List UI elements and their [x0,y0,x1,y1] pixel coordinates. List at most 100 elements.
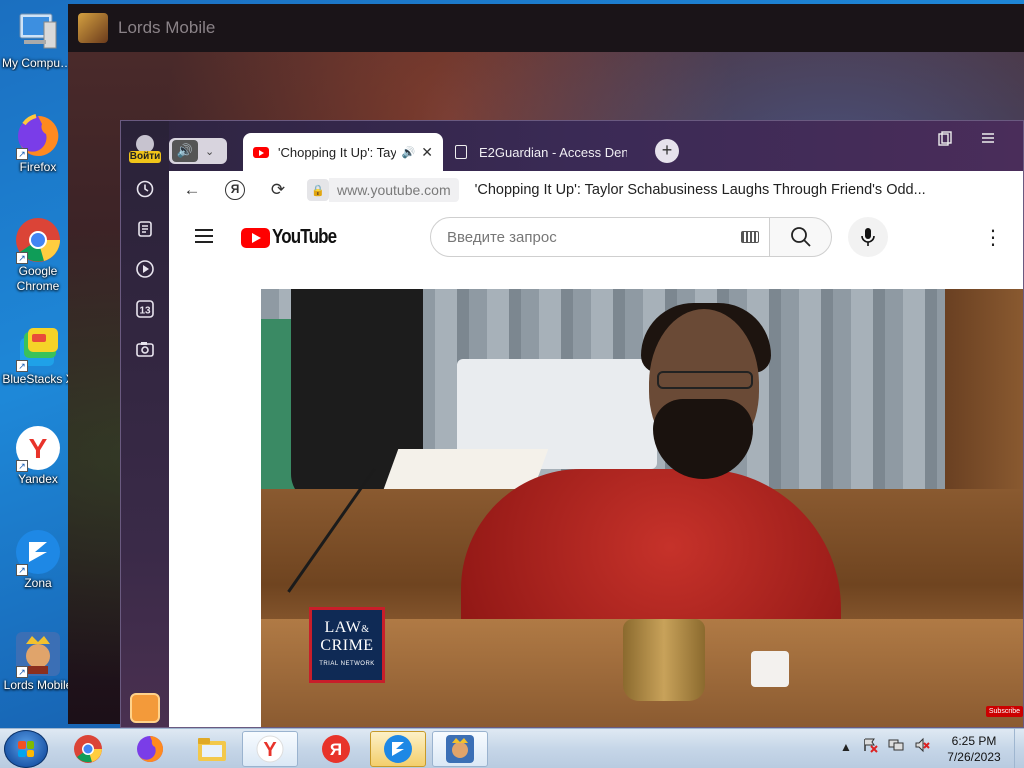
youtube-page: YouTube Введите запрос ⋮ LAW& CRIME TRIA… [169,209,1023,727]
yandex-home-button[interactable]: Я [225,180,245,200]
microphone-icon [861,228,875,246]
hamburger-menu-icon[interactable] [195,229,213,247]
lords-mobile-icon [78,13,108,43]
shortcut-arrow-icon: ↗ [16,252,28,264]
desktop-icon-my-computer[interactable]: My Computer [0,8,76,71]
show-hidden-icons-icon[interactable]: ▲ [840,740,852,754]
desktop-icon-bluestacks[interactable]: ↗ BlueStacks X [0,324,76,387]
yandex-icon: Y ↗ [14,424,62,472]
youtube-play-logo-icon [241,227,270,248]
clock-time: 6:25 PM [951,734,997,748]
zona-icon: ↗ [14,528,62,576]
back-button[interactable]: ← [181,180,203,200]
taskbar-yandex[interactable]: Я [308,731,364,767]
video-player-icon[interactable] [133,257,157,281]
video-player[interactable]: LAW& CRIME TRIAL NETWORK Subscribe [261,289,1023,727]
taskbar-chrome[interactable] [60,731,116,767]
youtube-logo[interactable]: YouTube [241,226,348,249]
tab-title: E2Guardian - Access Denied [479,144,627,160]
yandex-browser-window[interactable]: Войти 13 🔊 ⌄ 'Chopping It Up': Taylor Sc… [120,120,1024,728]
desktop-icon-label: Firefox [19,160,57,174]
video-scene-pitcher [623,619,705,701]
history-icon[interactable] [133,177,157,201]
system-tray: ▲ [840,737,930,756]
system-clock[interactable]: 6:25 PM 7/26/2023 [936,733,1012,765]
desktop-icon-zona[interactable]: ↗ Zona [0,528,76,591]
reload-button[interactable]: ⟳ [267,180,289,200]
document-icon [455,145,467,159]
calendar-day: 13 [139,306,151,317]
tab-audio-icon[interactable]: 🔊 [402,146,416,159]
lock-icon[interactable]: 🔒 [307,179,329,201]
tab-title: 'Chopping It Up': Taylor Schabusiness La… [278,144,396,160]
shortcut-arrow-icon: ↗ [16,148,28,160]
address-bar-domain[interactable]: www.youtube.com [329,178,459,202]
zona-icon [384,735,412,763]
chrome-icon [74,735,102,763]
profile-avatar[interactable]: Войти [129,135,161,163]
yandex-icon: Я [322,735,350,763]
speaker-icon: 🔊 [172,140,198,162]
yandex-browser-icon: Y [256,735,284,763]
shortcut-arrow-icon: ↗ [16,360,28,372]
youtube-header: YouTube Введите запрос ⋮ [169,209,1023,265]
desktop-icon-chrome[interactable]: ↗ Google Chrome [0,216,76,294]
menu-icon[interactable] [981,131,995,148]
taskbar-lords-mobile[interactable] [432,731,488,767]
desktop-icon-lords-mobile[interactable]: ↗ Lords Mobile [0,630,76,693]
clock-date: 7/26/2023 [947,750,1001,764]
calendar-icon[interactable]: 13 [133,297,157,321]
network-icon[interactable] [888,737,904,756]
shortcut-arrow-icon: ↗ [16,666,28,678]
taskbar-zona[interactable] [370,731,426,767]
windows-logo-icon [18,741,34,757]
game-titlebar[interactable]: Lords Mobile [68,4,1024,52]
taskbar-firefox[interactable] [122,731,178,767]
audio-control[interactable]: 🔊 ⌄ [169,138,227,164]
collections-icon[interactable] [133,217,157,241]
svg-text:Я: Я [330,740,342,759]
keyboard-icon[interactable] [741,231,759,243]
voice-search-button[interactable] [848,217,888,257]
search-button[interactable] [769,217,832,257]
tab-e2guardian[interactable]: E2Guardian - Access Denied [445,133,637,171]
tab-youtube[interactable]: 'Chopping It Up': Taylor Schabusiness La… [243,133,443,171]
bookmarks-icon[interactable] [937,131,953,150]
folder-icon [198,738,226,761]
tab-strip: 🔊 ⌄ 'Chopping It Up': Taylor Schabusines… [169,121,1023,171]
screenshot-icon[interactable] [133,337,157,361]
login-button[interactable]: Войти [129,151,161,163]
computer-icon [14,8,62,56]
volume-muted-icon[interactable] [914,737,930,756]
more-options-icon[interactable]: ⋮ [983,225,1003,250]
search-input[interactable]: Введите запрос [430,217,770,257]
video-scene-cup [751,651,789,687]
chevron-down-icon[interactable]: ⌄ [205,145,214,158]
firefox-icon: ↗ [14,112,62,160]
start-button[interactable] [4,730,48,768]
show-desktop-button[interactable] [1014,729,1024,768]
browser-sidebar: Войти 13 [121,121,169,727]
desktop-icon-column: My Computer ↗ Firefox ↗ Google Chrome ↗ … [0,0,76,728]
new-tab-button[interactable]: + [655,139,679,163]
taskbar-yandex-browser[interactable]: Y [242,731,298,767]
desktop-icon-label: Lords Mobile [3,678,73,692]
shortcut-arrow-icon: ↗ [16,460,28,472]
tab-close-icon[interactable]: ✕ [421,144,433,161]
alice-assistant-icon[interactable] [130,693,160,723]
game-window-title: Lords Mobile [118,18,216,37]
svg-text:Y: Y [263,739,277,761]
subscribe-watermark-button[interactable]: Subscribe [985,706,1023,717]
taskbar-file-explorer[interactable] [184,731,240,767]
shortcut-arrow-icon: ↗ [16,564,28,576]
chrome-icon: ↗ [14,216,62,264]
action-center-flag-icon[interactable] [862,737,878,756]
address-bar-page-title[interactable]: 'Chopping It Up': Taylor Schabusiness La… [475,182,926,198]
bluestacks-icon: ↗ [14,324,62,372]
taskbar: Y Я ▲ 6:25 PM 7/26/2023 [0,728,1024,768]
lords-mobile-icon: ↗ [14,630,62,678]
browser-toolbar: ← Я ⟳ 🔒 www.youtube.com 'Chopping It Up'… [169,171,1023,209]
desktop-icon-yandex[interactable]: Y ↗ Yandex [0,424,76,487]
desktop-icon-firefox[interactable]: ↗ Firefox [0,112,76,175]
youtube-logo-text: YouTube [272,226,337,248]
